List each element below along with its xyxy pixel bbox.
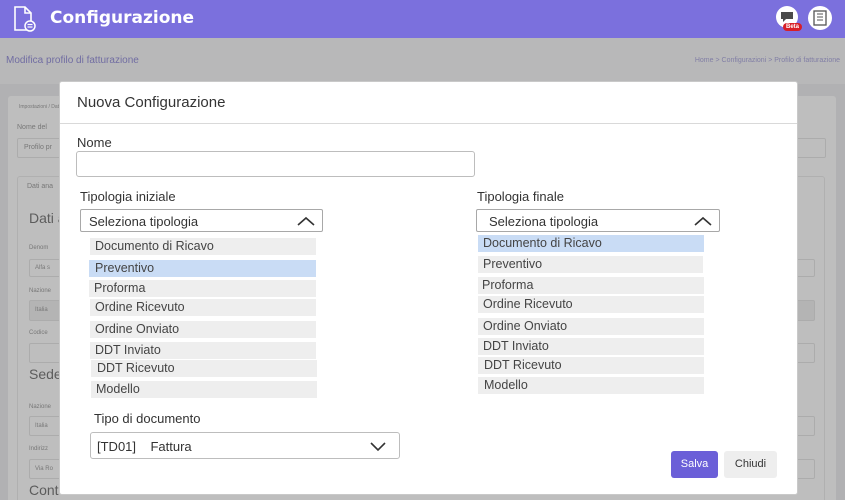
initial-option[interactable]: Ordine Ricevuto xyxy=(90,299,316,316)
initial-type-label: Tipologia iniziale xyxy=(80,189,176,204)
name-label: Nome xyxy=(77,135,112,150)
document-icon[interactable] xyxy=(10,5,38,33)
document-type-select[interactable]: [TD01] Fattura xyxy=(90,432,400,459)
final-option[interactable]: Ordine Ricevuto xyxy=(478,296,704,313)
chevron-up-icon xyxy=(694,216,712,226)
document-type-label: Tipo di documento xyxy=(94,411,201,426)
building-icon[interactable] xyxy=(808,6,832,30)
initial-option[interactable]: Modello xyxy=(91,381,317,398)
final-type-placeholder: Seleziona tipologia xyxy=(489,214,599,229)
initial-option[interactable]: Documento di Ricavo xyxy=(90,238,316,255)
initial-type-select[interactable]: Seleziona tipologia xyxy=(80,209,323,232)
top-bar: Configurazione Beta xyxy=(0,0,845,38)
final-type-select[interactable]: Seleziona tipologia xyxy=(476,209,720,232)
modal-title: Nuova Configurazione xyxy=(77,94,226,111)
initial-option[interactable]: Ordine Onviato xyxy=(90,321,316,338)
final-option[interactable]: Proforma xyxy=(478,277,704,294)
final-option[interactable]: DDT Ricevuto xyxy=(478,357,704,374)
initial-option[interactable]: Proforma xyxy=(89,280,316,297)
chevron-up-icon xyxy=(297,216,315,226)
final-option[interactable]: Documento di Ricavo xyxy=(478,235,704,252)
final-option[interactable]: Preventivo xyxy=(478,256,703,273)
save-button[interactable]: Salva xyxy=(671,451,718,478)
modal-divider xyxy=(60,123,797,124)
name-input[interactable] xyxy=(76,151,475,177)
initial-option[interactable]: Preventivo xyxy=(89,260,316,277)
beta-badge: Beta xyxy=(783,23,803,31)
chevron-down-icon xyxy=(370,442,386,452)
close-button[interactable]: Chiudi xyxy=(724,451,777,478)
app-title: Configurazione xyxy=(50,8,195,28)
document-type-value: [TD01] Fattura xyxy=(97,439,192,454)
final-option[interactable]: Modello xyxy=(478,377,704,394)
new-configuration-modal: Nuova Configurazione Nome Tipologia iniz… xyxy=(59,81,798,495)
final-type-label: Tipologia finale xyxy=(477,189,564,204)
final-option[interactable]: DDT Inviato xyxy=(478,338,704,355)
final-option[interactable]: Ordine Onviato xyxy=(478,318,704,335)
initial-type-placeholder: Seleziona tipologia xyxy=(89,214,199,229)
initial-option[interactable]: DDT Ricevuto xyxy=(91,360,317,377)
initial-option[interactable]: DDT Inviato xyxy=(90,342,316,359)
